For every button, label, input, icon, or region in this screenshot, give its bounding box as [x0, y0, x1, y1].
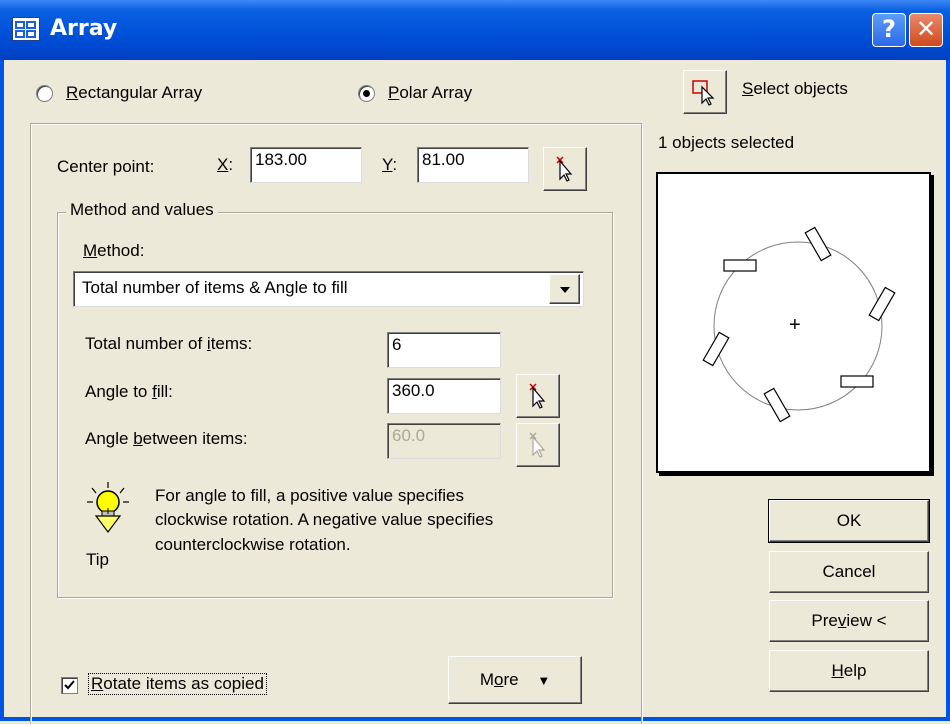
- close-title-button[interactable]: ✕: [909, 13, 943, 47]
- select-objects-label: Select objects: [742, 79, 848, 98]
- rectangular-array-label[interactable]: Rectangular Array: [66, 83, 202, 103]
- help-button[interactable]: Help: [769, 650, 929, 692]
- pick-angle-fill-button[interactable]: [516, 374, 560, 418]
- center-point-label: Center point:: [57, 157, 155, 176]
- method-dropdown[interactable]: Total number of items & Angle to fill: [73, 271, 584, 307]
- pick-angle-icon: [529, 383, 546, 409]
- preview-object: [840, 375, 874, 388]
- title-bar: [0, 0, 950, 60]
- tip-lightbulb-icon: [84, 480, 132, 536]
- preview-object: [702, 331, 730, 367]
- center-marker: +: [789, 314, 801, 336]
- rotate-items-checkbox[interactable]: [61, 677, 78, 694]
- pick-point-icon: [556, 156, 573, 182]
- preview-pane: +: [656, 172, 931, 473]
- window-title: Array: [50, 16, 118, 41]
- tip-label: Tip: [86, 550, 109, 569]
- angle-between-label: Angle between items:: [85, 429, 248, 448]
- preview-object: [723, 259, 757, 272]
- tip-line-2: clockwise rotation. A negative value spe…: [155, 510, 494, 529]
- method-values-legend: Method and values: [66, 200, 218, 220]
- center-x-label: X:: [217, 155, 234, 174]
- method-label: Method:: [83, 241, 145, 260]
- angle-fill-input[interactable]: 360.0: [387, 378, 501, 414]
- preview-button[interactable]: Preview <: [769, 600, 929, 642]
- select-objects-icon: [692, 80, 715, 106]
- cancel-button[interactable]: Cancel: [769, 551, 929, 593]
- checkmark-icon: [64, 680, 75, 690]
- help-title-button[interactable]: ?: [872, 13, 906, 47]
- select-objects-button[interactable]: [683, 70, 727, 114]
- pick-center-point-button[interactable]: [543, 147, 587, 191]
- ok-button[interactable]: OK: [768, 499, 930, 543]
- method-dropdown-button[interactable]: [549, 274, 580, 304]
- pick-angle-disabled-icon: [529, 432, 546, 458]
- tip-line-1: For angle to fill, a positive value spec…: [155, 486, 464, 505]
- angle-fill-label: Angle to fill:: [85, 382, 173, 401]
- angle-between-input: 60.0: [387, 423, 501, 459]
- method-selected-value: Total number of items & Angle to fill: [82, 278, 348, 297]
- polar-array-radio[interactable]: [358, 85, 375, 102]
- center-x-input[interactable]: 183.00: [250, 147, 362, 183]
- preview-object: [868, 286, 896, 322]
- total-items-input[interactable]: 6: [387, 332, 501, 368]
- preview-object: [804, 226, 832, 262]
- total-items-label: Total number of items:: [85, 334, 253, 353]
- rotate-items-label[interactable]: Rotate items as copied: [88, 673, 267, 695]
- tip-line-3: counterclockwise rotation.: [155, 535, 351, 554]
- chevron-down-icon: [559, 287, 570, 293]
- center-y-input[interactable]: 81.00: [417, 147, 529, 183]
- polar-array-label[interactable]: Polar Array: [388, 83, 472, 103]
- rectangular-array-radio[interactable]: [36, 85, 53, 102]
- array-app-icon: [12, 17, 40, 41]
- more-button[interactable]: More ▼: [448, 656, 582, 704]
- double-chevron-down-icon: ▼: [537, 673, 551, 688]
- objects-selected-status: 1 objects selected: [658, 133, 795, 152]
- center-y-label: Y:: [382, 155, 398, 174]
- radio-selected-dot: [363, 90, 370, 97]
- pick-angle-between-button: [516, 423, 560, 467]
